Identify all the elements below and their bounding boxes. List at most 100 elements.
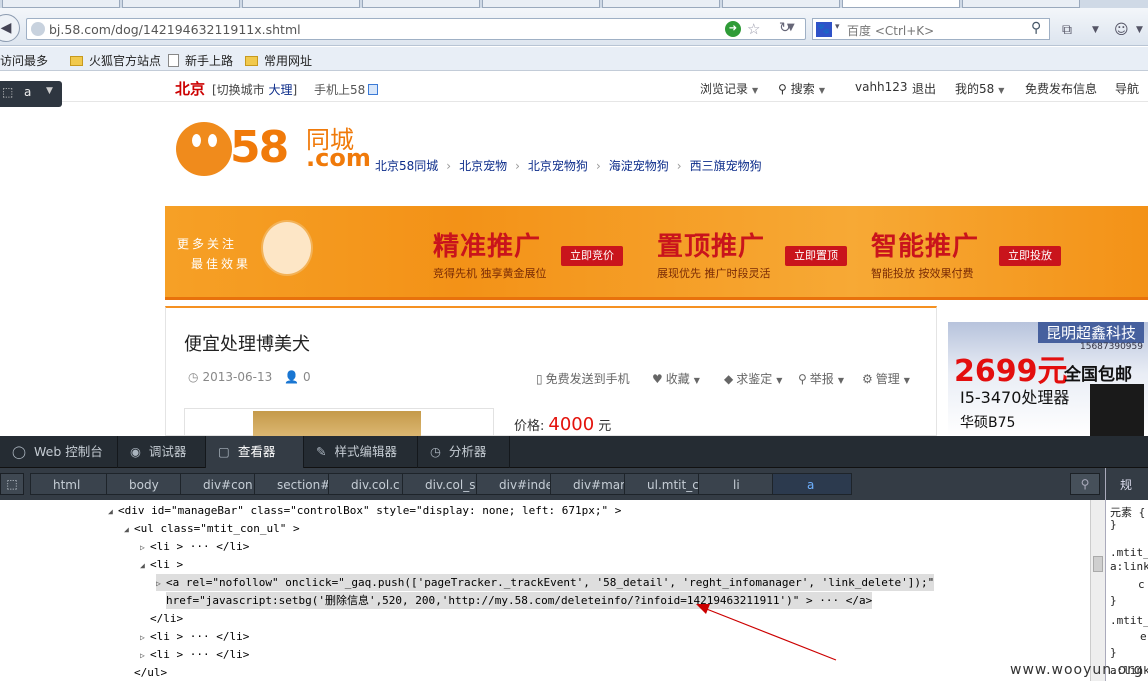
breadcrumb-item[interactable]: 北京宠物: [459, 159, 507, 173]
tree-node[interactable]: ◢ <li >: [140, 556, 183, 573]
browser-tab[interactable]: [2, 0, 120, 8]
back-button[interactable]: ◀: [0, 14, 20, 42]
expand-toggle-icon[interactable]: ▷: [156, 575, 166, 592]
report-link[interactable]: ⚲ 举报 ▼: [798, 370, 844, 387]
node-markup: <li > ··· </li>: [150, 648, 250, 661]
tree-node[interactable]: </ul>: [134, 664, 167, 681]
bookmark-star-icon[interactable]: ☆: [747, 20, 760, 38]
browser-tab[interactable]: [242, 0, 360, 8]
node-markup: <div id="manageBar" class="controlBox" s…: [118, 504, 622, 517]
promo-banner[interactable]: 更多关注 最佳效果 精准推广 竞得先机 独享黄金展位 立即竞价 置顶推广 展现优先…: [165, 206, 1148, 300]
search-engine-icon[interactable]: 🐾: [816, 22, 832, 37]
crumb-div-col-c[interactable]: div.col.c: [328, 473, 404, 495]
browser-tab[interactable]: [122, 0, 240, 8]
crumb-body[interactable]: body: [106, 473, 188, 495]
reload-icon[interactable]: ↻: [779, 20, 791, 36]
bookmark-getting-started[interactable]: 新手上路: [168, 52, 233, 69]
top-now-button[interactable]: 立即置顶: [785, 246, 847, 266]
chevron-down-icon[interactable]: ▼: [1136, 25, 1143, 35]
manage-link[interactable]: ⚙ 管理 ▼: [862, 370, 910, 387]
tree-node[interactable]: ▷ <li > ··· </li>: [140, 646, 249, 663]
breadcrumb-item[interactable]: 北京宠物狗: [528, 159, 588, 173]
tree-node[interactable]: </li>: [150, 610, 183, 627]
expand-toggle-icon[interactable]: ◢: [140, 557, 150, 574]
browser-tab[interactable]: [602, 0, 720, 8]
bookmark-firefox-site[interactable]: 火狐官方站点: [70, 52, 161, 69]
switch-city-link[interactable]: 大理: [269, 83, 293, 97]
chevron-down-icon[interactable]: ▼: [46, 86, 53, 96]
deliver-now-button[interactable]: 立即投放: [999, 246, 1061, 266]
bookmark-most-visited[interactable]: 访问最多: [0, 52, 48, 69]
crumb-html[interactable]: html: [30, 473, 112, 495]
nav-navigation[interactable]: 导航: [1115, 80, 1139, 97]
breadcrumb-separator: ›: [595, 159, 601, 173]
switch-city[interactable]: [切换城市 大理]: [212, 81, 297, 98]
rules-panel-header[interactable]: 规: [1106, 468, 1148, 500]
search-icon[interactable]: ⚲: [1031, 20, 1041, 36]
browser-tab-active[interactable]: [842, 0, 960, 8]
node-markup: <li >: [150, 558, 184, 571]
tab-style-editor[interactable]: ✎ 样式编辑器: [304, 436, 418, 468]
site-identity-icon[interactable]: [31, 22, 45, 36]
scrollbar-thumb[interactable]: [1093, 556, 1103, 572]
nav-username[interactable]: vahh123: [855, 80, 908, 94]
crumb-div-con[interactable]: div#con: [180, 473, 256, 495]
element-picker-icon[interactable]: ⬚: [0, 473, 24, 495]
crumb-a-selected[interactable]: a: [772, 473, 852, 495]
nav-search[interactable]: ⚲ 搜索 ▼: [778, 80, 825, 97]
expand-toggle-icon[interactable]: ▷: [140, 629, 150, 646]
bookmark-common-sites[interactable]: 常用网址: [245, 52, 312, 69]
addon-icon[interactable]: ☺: [1114, 22, 1129, 38]
crumb-div-col-s[interactable]: div.col_s: [402, 473, 478, 495]
site-logo[interactable]: 58 同城 .com: [176, 118, 371, 178]
nav-my58[interactable]: 我的58 ▼: [955, 80, 1004, 97]
crumb-ul-mtit[interactable]: ul.mtit_c: [624, 473, 700, 495]
markup-scrollbar[interactable]: [1090, 500, 1105, 681]
favorite-link[interactable]: ♥ 收藏 ▼: [652, 370, 700, 387]
nav-post-free[interactable]: 免费发布信息: [1025, 80, 1097, 97]
inspector-highlight-toolbar[interactable]: ⬚ a ▼: [0, 81, 62, 107]
tree-node[interactable]: ▷ <li > ··· </li>: [140, 538, 249, 555]
expand-toggle-icon[interactable]: ▷: [140, 647, 150, 664]
crumb-div-inde[interactable]: div#inde: [476, 473, 552, 495]
breadcrumb-item[interactable]: 西三旗宠物狗: [690, 159, 762, 173]
tab-debugger[interactable]: ◉ 调试器: [118, 436, 206, 468]
breadcrumb-item[interactable]: 海淀宠物狗: [609, 159, 669, 173]
url-bar[interactable]: bj.58.com/dog/14219463211911x.shtml ➜ ☆ …: [26, 18, 806, 40]
picker-icon[interactable]: ⬚: [2, 85, 13, 99]
post-photo[interactable]: [184, 408, 494, 436]
expand-toggle-icon[interactable]: ◢: [108, 503, 118, 520]
expand-toggle-icon[interactable]: ◢: [124, 521, 134, 538]
search-input[interactable]: 百度 <Ctrl+K>: [847, 22, 934, 39]
tab-label: 分析器: [448, 444, 487, 459]
crumb-li[interactable]: li: [698, 473, 774, 495]
side-ad[interactable]: 昆明超鑫科技 15687390959 2699元 全国包邮 I5-3470处理器…: [948, 322, 1148, 436]
nav-history[interactable]: 浏览记录 ▼: [700, 80, 758, 97]
expand-toggle-icon[interactable]: ▷: [140, 539, 150, 556]
breadcrumb-item[interactable]: 北京58同城: [375, 159, 438, 173]
tab-inspector[interactable]: ▢ 查看器: [206, 436, 304, 468]
tree-node[interactable]: ◢ <ul class="mtit_con_ul" >: [124, 520, 300, 537]
search-bar[interactable]: 🐾 ▾ 百度 <Ctrl+K> ⚲: [812, 18, 1050, 40]
tab-profiler[interactable]: ◷ 分析器: [418, 436, 510, 468]
tree-node[interactable]: ◢ <div id="manageBar" class="controlBox" …: [108, 502, 621, 519]
browser-tab[interactable]: [962, 0, 1080, 8]
crumb-div-mar[interactable]: div#mar: [550, 473, 626, 495]
mobile-link[interactable]: 手机上58: [314, 81, 379, 98]
search-icon[interactable]: ⚲: [1070, 473, 1100, 495]
tab-web-console[interactable]: ◯ Web 控制台: [0, 436, 118, 468]
send-to-phone-link[interactable]: ▯ 免费发送到手机: [536, 370, 630, 387]
screenshot-icon[interactable]: ⧉: [1062, 22, 1072, 38]
browser-tab[interactable]: [482, 0, 600, 8]
browser-tab[interactable]: [722, 0, 840, 8]
browser-tab[interactable]: [362, 0, 480, 8]
nav-logout[interactable]: 退出: [912, 80, 936, 97]
chevron-down-icon[interactable]: ▾: [835, 22, 840, 32]
crumb-section[interactable]: section#: [254, 473, 330, 495]
go-icon[interactable]: ➜: [725, 21, 741, 37]
tree-node-selected[interactable]: ▷ <a rel="nofollow" onclick="_gaq.push(['…: [156, 574, 935, 592]
appraise-link[interactable]: ◆ 求鉴定 ▼: [724, 370, 782, 387]
bid-now-button[interactable]: 立即竞价: [561, 246, 623, 266]
tree-node[interactable]: ▷ <li > ··· </li>: [140, 628, 249, 645]
chevron-down-icon[interactable]: ▼: [1092, 25, 1099, 35]
